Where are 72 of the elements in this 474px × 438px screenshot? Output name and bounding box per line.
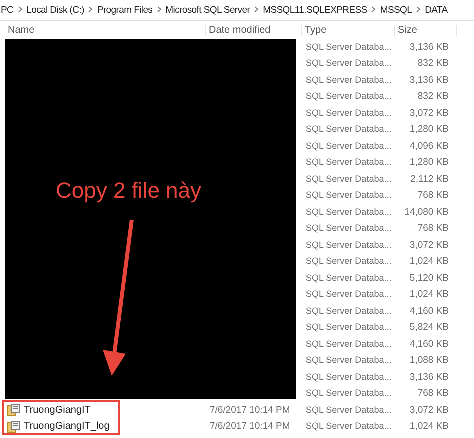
file-size: 768 KB <box>418 223 449 234</box>
file-type: SQL Server Databa... <box>306 355 392 366</box>
file-size: 1,024 KB <box>410 421 449 432</box>
column-header[interactable]: Date modified <box>206 24 302 36</box>
file-size: 14,080 KB <box>404 206 449 218</box>
file-type: SQL Server Databa... <box>306 289 392 300</box>
file-name[interactable]: TruongGiangIT_log <box>24 421 110 432</box>
file-type: SQL Server Databa... <box>306 74 392 85</box>
file-size: 2,112 KB <box>410 174 449 185</box>
date-modified: 7/6/2017 10:14 PM <box>210 421 290 432</box>
file-size: 4,096 KB <box>410 140 449 152</box>
chevron-icon <box>88 4 94 16</box>
file-type: SQL Server Databa... <box>306 322 392 332</box>
breadcrumb-item[interactable]: Local Disk (C:) <box>26 4 84 16</box>
date-modified: 7/6/2017 10:14 PM <box>210 404 290 416</box>
file-size: 3,072 KB <box>410 108 449 119</box>
chevron-icon <box>371 4 376 16</box>
file-size: 3,072 KB <box>410 404 449 416</box>
file-size: 5,824 KB <box>410 322 449 334</box>
file-type: SQL Server Databa... <box>306 174 392 184</box>
database-file-icon <box>7 420 20 433</box>
file-size: 5,120 KB <box>410 272 449 284</box>
file-type: SQL Server Databa... <box>306 306 392 316</box>
file-size: 1,024 KB <box>410 256 449 268</box>
file-type: SQL Server Databa... <box>306 140 392 151</box>
file-size: 3,072 KB <box>410 240 449 251</box>
breadcrumb-item[interactable]: DATA <box>425 4 448 16</box>
file-size: 3,136 KB <box>410 74 449 86</box>
file-type: SQL Server Databa... <box>306 338 392 349</box>
annotation-text: Copy 2 file này <box>56 178 202 204</box>
file-type: SQL Server Databa... <box>306 388 392 398</box>
file-type: SQL Server Databa... <box>306 157 392 168</box>
breadcrumb-item[interactable]: MSSQL <box>380 4 412 16</box>
file-type: SQL Server Databa... <box>306 404 392 415</box>
file-type: SQL Server Databa... <box>306 421 392 432</box>
file-type: SQL Server Databa... <box>306 206 392 217</box>
file-size: 1,024 KB <box>410 289 449 300</box>
file-type: SQL Server Databa... <box>306 272 392 283</box>
file-type: SQL Server Databa... <box>306 58 392 68</box>
chevron-icon <box>156 4 162 16</box>
column-header[interactable]: Size <box>395 24 457 36</box>
file-name[interactable]: TruongGiangIT <box>24 404 91 416</box>
chevron-icon <box>18 4 23 16</box>
file-size: 832 KB <box>418 91 449 102</box>
file-size: 4,160 KB <box>410 338 449 350</box>
file-type: SQL Server Databa... <box>306 256 392 266</box>
breadcrumb-item[interactable]: Program Files <box>97 4 153 16</box>
file-type: SQL Server Databa... <box>306 190 392 200</box>
file-size: 3,136 KB <box>410 42 449 53</box>
file-size: 832 KB <box>418 58 449 70</box>
file-type: SQL Server Databa... <box>306 42 392 52</box>
file-size: 1,280 KB <box>410 157 449 168</box>
file-type: SQL Server Databa... <box>306 372 392 382</box>
file-size: 768 KB <box>418 190 449 202</box>
column-header[interactable]: Type <box>302 24 395 36</box>
file-size: 3,136 KB <box>410 372 449 383</box>
file-type: SQL Server Databa... <box>306 223 392 234</box>
file-size: 1,088 KB <box>410 355 449 366</box>
breadcrumb-item[interactable]: PC <box>1 4 14 16</box>
file-size: 1,280 KB <box>410 124 449 136</box>
file-type: SQL Server Databa... <box>306 124 392 134</box>
file-type: SQL Server Databa... <box>306 108 392 118</box>
file-size: 4,160 KB <box>410 306 449 317</box>
chevron-icon <box>254 4 260 16</box>
file-size: 768 KB <box>418 388 449 400</box>
chevron-icon <box>416 4 422 16</box>
file-type: SQL Server Databa... <box>306 240 392 250</box>
column-header[interactable]: Name <box>5 24 206 36</box>
breadcrumb-item[interactable]: Microsoft SQL Server <box>166 4 250 16</box>
file-type: SQL Server Databa... <box>306 91 392 102</box>
breadcrumb-item[interactable]: MSSQL11.SQLEXPRESS <box>263 4 368 16</box>
database-file-icon <box>7 404 20 416</box>
